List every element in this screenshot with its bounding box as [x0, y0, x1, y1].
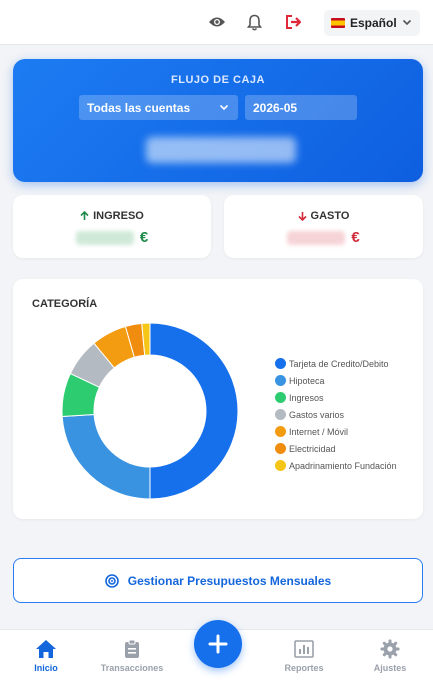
- chevron-down-icon: [219, 104, 229, 111]
- category-card: CATEGORÍA Tarjeta de Credito/Debito Hipot…: [13, 279, 423, 519]
- expense-currency: €: [351, 229, 360, 246]
- gear-icon: [380, 639, 400, 659]
- legend-label: Internet / Móvil: [289, 426, 349, 437]
- legend-label: Ingresos: [289, 392, 324, 403]
- nav-label-reportes: Reportes: [284, 663, 324, 673]
- income-card: INGRESO €: [13, 195, 211, 258]
- legend-item[interactable]: Internet / Móvil: [275, 423, 397, 440]
- month-select[interactable]: 2026-05: [245, 95, 357, 120]
- legend-label: Tarjeta de Credito/Debito: [289, 358, 389, 369]
- income-currency: €: [139, 229, 149, 246]
- expense-card: GASTO €: [224, 195, 423, 258]
- legend-item[interactable]: Apadrinamiento Fundación: [275, 457, 397, 474]
- nav-item-transacciones[interactable]: Transacciones: [87, 638, 177, 673]
- legend-label: Electricidad: [289, 443, 336, 454]
- nav-item-inicio[interactable]: Inicio: [1, 638, 91, 673]
- balance-amount-hidden: [146, 137, 296, 163]
- target-icon: [104, 573, 119, 588]
- eye-icon[interactable]: [207, 12, 227, 32]
- nav-label-transacciones: Transacciones: [100, 663, 164, 673]
- bar-chart-icon: [294, 640, 314, 658]
- logout-icon[interactable]: [284, 12, 304, 32]
- expense-label: GASTO: [310, 210, 350, 222]
- language-label: Español: [350, 16, 397, 30]
- donut-slice[interactable]: [61, 413, 151, 500]
- category-donut-chart: [61, 322, 239, 500]
- nav-item-ajustes[interactable]: Ajustes: [345, 638, 433, 673]
- legend-item[interactable]: Ingresos: [275, 389, 397, 406]
- legend-dot: [275, 426, 286, 437]
- cashflow-title: FLUJO DE CAJA: [171, 74, 265, 86]
- legend-dot: [275, 409, 286, 420]
- plus-icon: [208, 634, 228, 654]
- cashflow-card: FLUJO DE CAJA Todas las cuentas 2026-05: [13, 59, 423, 182]
- legend-label: Apadrinamiento Fundación: [289, 460, 397, 471]
- income-amount-hidden: [75, 230, 134, 245]
- account-select-value: Todas las cuentas: [87, 100, 191, 115]
- arrow-up-icon: [80, 211, 89, 220]
- legend-dot: [275, 375, 286, 386]
- legend-item[interactable]: Electricidad: [275, 440, 397, 457]
- legend-item[interactable]: Gastos varios: [275, 406, 397, 423]
- income-label: INGRESO: [93, 210, 144, 222]
- arrow-down-icon: [297, 212, 307, 221]
- nav-label-ajustes: Ajustes: [373, 663, 407, 673]
- chevron-down-icon: [402, 19, 412, 26]
- nav-item-reportes[interactable]: Reportes: [259, 638, 349, 673]
- clipboard-icon: [125, 639, 139, 658]
- legend-label: Gastos varios: [289, 409, 345, 420]
- nav-label-inicio: Inicio: [34, 663, 58, 673]
- donut-slice[interactable]: [149, 322, 239, 500]
- legend-dot: [275, 443, 286, 454]
- legend-dot: [275, 358, 286, 369]
- spain-flag-icon: [331, 18, 345, 28]
- legend-label: Hipoteca: [289, 375, 325, 386]
- manage-budgets-label: Gestionar Presupuestos Mensuales: [127, 573, 332, 588]
- category-title: CATEGORÍA: [32, 298, 98, 310]
- legend-dot: [275, 460, 286, 471]
- manage-budgets-button[interactable]: Gestionar Presupuestos Mensuales: [13, 558, 423, 603]
- legend-dot: [275, 392, 286, 403]
- top-bar: Español: [0, 0, 433, 45]
- account-select[interactable]: Todas las cuentas: [79, 95, 238, 120]
- legend-item[interactable]: Hipoteca: [275, 372, 397, 389]
- bell-icon[interactable]: [244, 12, 264, 32]
- chart-legend: Tarjeta de Credito/Debito Hipoteca Ingreso…: [275, 355, 397, 474]
- month-select-value: 2026-05: [253, 100, 298, 115]
- legend-item[interactable]: Tarjeta de Credito/Debito: [275, 355, 397, 372]
- language-select[interactable]: Español: [324, 10, 420, 36]
- add-transaction-button[interactable]: [194, 620, 242, 668]
- expense-amount-hidden: [287, 230, 346, 245]
- home-icon: [36, 640, 56, 658]
